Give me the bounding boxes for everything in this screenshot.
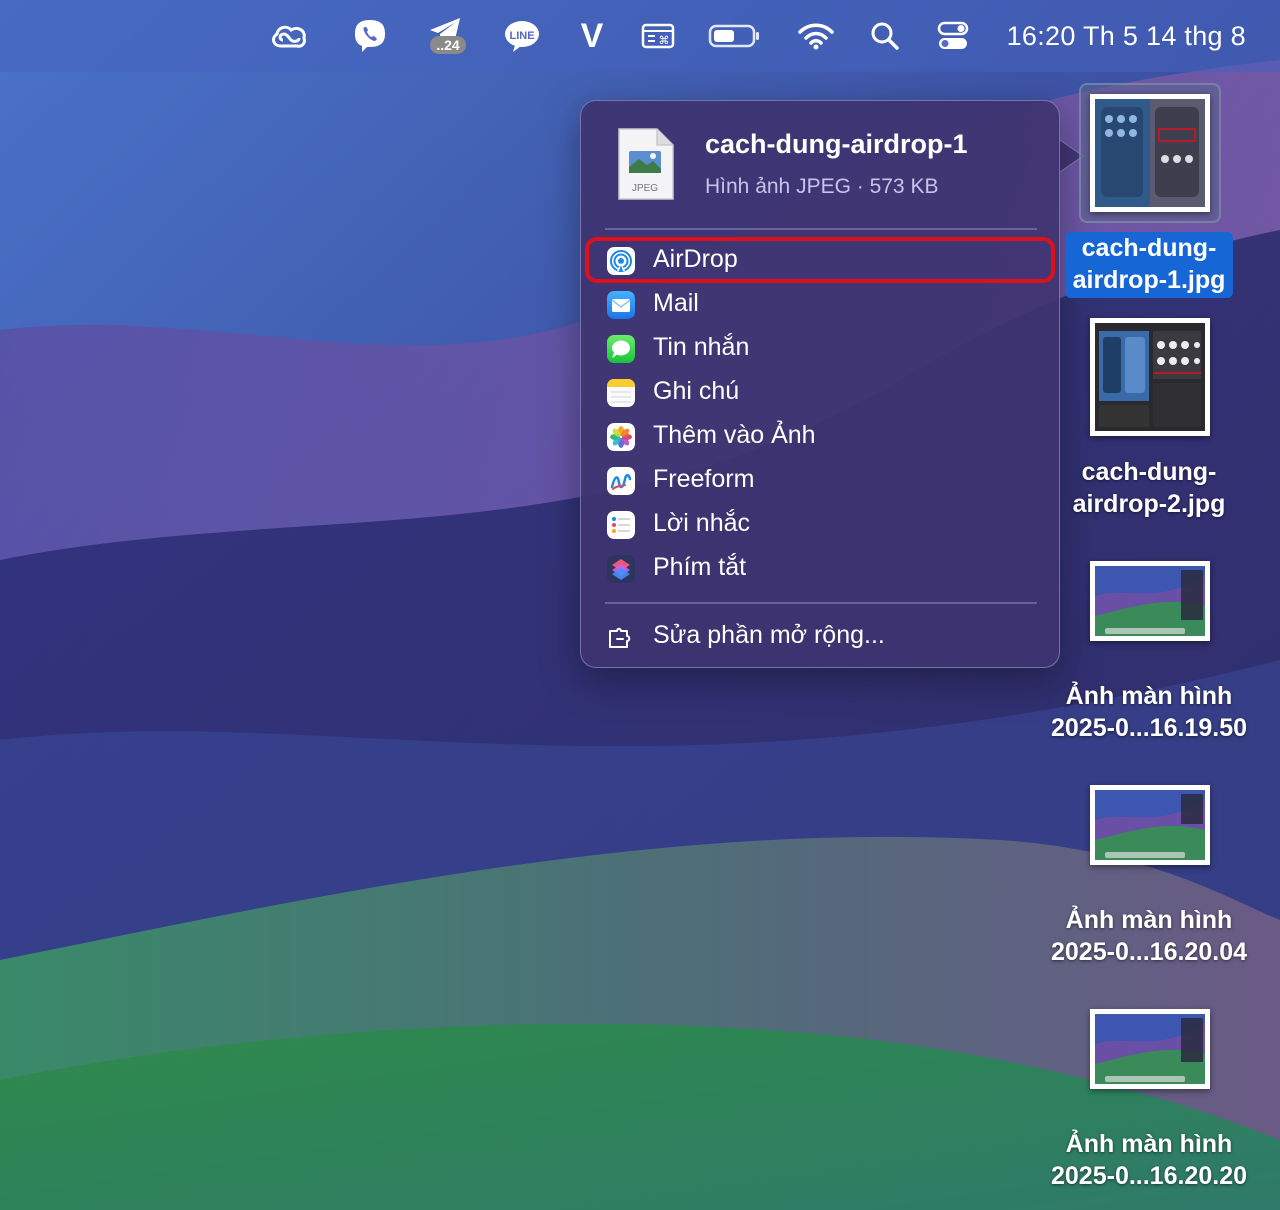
extensions-icon <box>607 627 635 651</box>
v-app-label: V <box>580 16 604 55</box>
menu-item-notes[interactable]: Ghi chú <box>581 371 1059 415</box>
control-center-icon[interactable] <box>934 14 972 58</box>
spotlight-search-icon[interactable] <box>866 14 904 58</box>
creative-cloud-icon[interactable] <box>266 14 312 58</box>
file-info: Hình ảnh JPEG · 573 KB <box>705 175 939 198</box>
menu-item-label: Ghi chú <box>653 377 740 405</box>
menu-item-label: Freeform <box>653 465 755 493</box>
menu-item-label: Lời nhắc <box>653 509 751 537</box>
share-menu: JPEG cach-dung-airdrop-1 Hình ảnh JPEG ·… <box>580 100 1060 668</box>
thumbnail-image <box>1095 566 1205 636</box>
svg-text:⌘: ⌘ <box>659 34 670 47</box>
thumbnail-image <box>1095 99 1205 207</box>
menu-item-label: Phím tắt <box>653 553 747 581</box>
desktop-file-label[interactable]: Ảnh màn hình 2025-0...16.20.20 <box>1029 1128 1269 1192</box>
file-label-line2: airdrop-2.jpg <box>1072 490 1226 518</box>
menu-separator-top <box>605 228 1037 230</box>
airdrop-icon <box>607 247 635 275</box>
desktop-file-thumbnail[interactable] <box>1090 785 1210 865</box>
menu-item-shortcuts[interactable]: Phím tắt <box>581 547 1059 591</box>
desktop-file-label[interactable]: cach-dung- airdrop-2.jpg <box>1029 456 1269 520</box>
file-type-label: JPEG <box>632 183 658 194</box>
menu-item-edit-extensions[interactable]: Sửa phần mở rộng... <box>581 617 1059 661</box>
jpeg-file-icon: JPEG <box>618 128 674 200</box>
shortcuts-icon <box>607 555 635 583</box>
file-label-line1: cach-dung- <box>1081 458 1217 486</box>
menu-item-mail[interactable]: Mail <box>581 283 1059 327</box>
menu-item-add-to-photos[interactable]: Thêm vào Ảnh <box>581 415 1059 459</box>
telegram-badge: ..24 <box>430 36 466 54</box>
mail-icon <box>607 291 635 319</box>
desktop-file-thumbnail[interactable] <box>1090 318 1210 436</box>
menu-item-messages[interactable]: Tin nhắn <box>581 327 1059 371</box>
reminders-icon <box>607 511 635 539</box>
menu-item-label: AirDrop <box>653 245 738 273</box>
line-icon-text: LINE <box>509 30 534 42</box>
desktop-file-label[interactable]: Ảnh màn hình 2025-0...16.20.04 <box>1029 904 1269 968</box>
file-title: cach-dung-airdrop-1 <box>705 129 968 159</box>
thumbnail-image <box>1095 323 1205 431</box>
viber-icon[interactable] <box>348 14 392 58</box>
menu-item-label: Thêm vào Ảnh <box>653 421 816 449</box>
file-label-line2: airdrop-1.jpg <box>1072 266 1226 294</box>
desktop-file-thumbnail[interactable] <box>1090 1009 1210 1089</box>
desktop-file-label[interactable]: Ảnh màn hình 2025-0...16.19.50 <box>1029 680 1269 744</box>
v-app-icon[interactable]: V <box>572 14 612 58</box>
desktop-file-label-selected[interactable]: cach-dung- airdrop-1.jpg <box>1065 232 1233 298</box>
freeform-icon <box>607 467 635 495</box>
messages-icon <box>607 335 635 363</box>
menu-item-airdrop[interactable]: AirDrop <box>581 239 1059 283</box>
file-label-line1: Ảnh màn hình <box>1065 906 1233 934</box>
file-label-line2: 2025-0...16.19.50 <box>1051 714 1247 742</box>
share-options-list: AirDrop Mail Tin nhắn Ghi chú Thêm vào Ả… <box>581 239 1059 591</box>
wifi-icon[interactable] <box>796 14 836 58</box>
menu-item-reminders[interactable]: Lời nhắc <box>581 503 1059 547</box>
line-icon[interactable]: LINE <box>500 14 544 58</box>
file-label-line1: Ảnh màn hình <box>1065 682 1233 710</box>
menu-item-label: Mail <box>653 289 699 317</box>
battery-icon[interactable] <box>706 14 764 58</box>
notes-icon <box>607 379 635 407</box>
file-label-line1: Ảnh màn hình <box>1065 1130 1233 1158</box>
telegram-icon[interactable]: ..24 <box>420 14 472 58</box>
keyboard-input-icon[interactable]: ⌘ <box>638 14 678 58</box>
file-label-line2: 2025-0...16.20.20 <box>1051 1162 1247 1190</box>
menu-separator-bottom <box>605 602 1037 604</box>
menu-item-label: Tin nhắn <box>653 333 750 361</box>
menubar-clock[interactable]: 16:20 Th 5 14 thg 8 <box>1007 18 1246 54</box>
desktop-file-thumbnail[interactable] <box>1090 94 1210 212</box>
desktop-file-thumbnail[interactable] <box>1090 561 1210 641</box>
photos-icon <box>607 423 635 451</box>
menu-item-freeform[interactable]: Freeform <box>581 459 1059 503</box>
menu-bar: ..24 LINE V ⌘ 16:20 Th 5 14 thg 8 <box>0 0 1280 72</box>
menu-item-label: Sửa phần mở rộng... <box>653 621 885 649</box>
thumbnail-image <box>1095 1014 1205 1084</box>
file-label-line2: 2025-0...16.20.04 <box>1051 938 1247 966</box>
thumbnail-image <box>1095 790 1205 860</box>
file-label-line1: cach-dung- <box>1081 234 1217 262</box>
